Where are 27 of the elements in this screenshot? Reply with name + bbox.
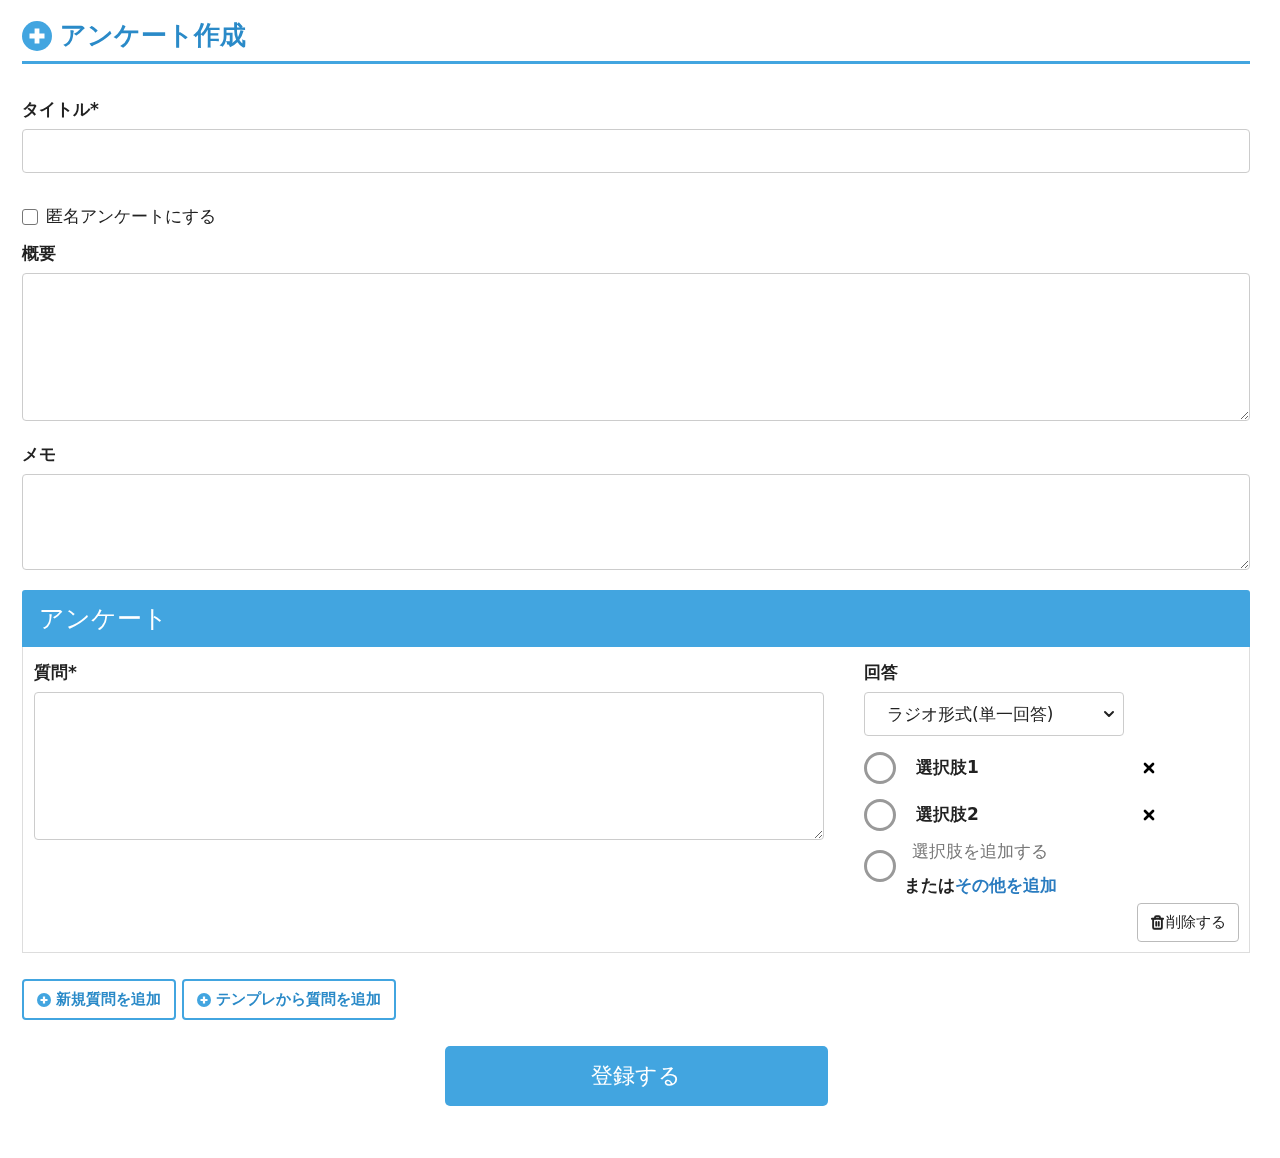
memo-textarea[interactable] xyxy=(22,474,1250,570)
plus-circle-icon xyxy=(22,20,52,51)
option-label: 選択肢2 xyxy=(916,803,980,826)
title-label: タイトル* xyxy=(22,98,100,121)
anonymous-label: 匿名アンケートにする xyxy=(46,205,216,228)
answer-label: 回答 xyxy=(864,661,899,684)
submit-button[interactable]: 登録する xyxy=(444,1046,828,1106)
plus-circle-icon xyxy=(197,992,211,1007)
answer-type-select[interactable]: ラジオ形式(単一回答) xyxy=(864,692,1124,736)
radio-button[interactable] xyxy=(864,751,896,784)
plus-circle-icon xyxy=(37,992,51,1007)
trash-icon xyxy=(1150,915,1165,930)
add-question-button[interactable]: テンプレから質問を追加 xyxy=(182,979,396,1020)
add-other-link[interactable]: その他を追加 xyxy=(955,874,1057,897)
delete-button[interactable]: 削除する xyxy=(1137,903,1239,942)
add-question-button[interactable]: 新規質問を追加 xyxy=(22,979,176,1020)
radio-button[interactable] xyxy=(864,798,896,831)
anonymous-checkbox[interactable] xyxy=(22,208,38,225)
or-text: または xyxy=(904,874,955,897)
survey-header: アンケート xyxy=(22,590,1250,647)
page-title: アンケート作成 xyxy=(60,19,246,52)
radio-button[interactable] xyxy=(864,850,896,882)
title-input[interactable] xyxy=(22,129,1250,173)
option-label: 選択肢1 xyxy=(916,756,980,779)
question-label: 質問* xyxy=(34,661,78,684)
summary-label: 概要 xyxy=(22,242,57,265)
memo-label: メモ xyxy=(22,443,57,466)
